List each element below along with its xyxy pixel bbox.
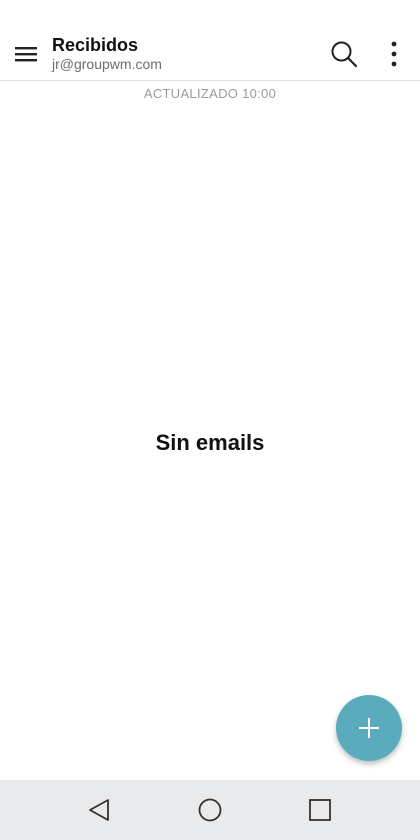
page-title: Recibidos (52, 35, 139, 55)
compose-button[interactable] (336, 695, 402, 761)
nav-back-button[interactable] (77, 790, 121, 830)
home-circle-icon (198, 798, 222, 822)
system-navigation-bar (0, 780, 420, 840)
hamburger-menu-icon (15, 47, 37, 62)
search-icon (331, 41, 358, 68)
back-triangle-icon (89, 799, 109, 821)
empty-inbox-message: Sin emails (155, 430, 265, 455)
plus-icon (359, 718, 379, 738)
nav-home-button[interactable] (188, 790, 232, 830)
last-updated-label: ACTUALIZADO 10:00 (143, 86, 277, 101)
overflow-menu-button[interactable] (374, 34, 414, 74)
recent-apps-square-icon (309, 799, 331, 821)
title-block: Recibidos jr@groupwm.com (52, 34, 162, 72)
search-button[interactable] (324, 34, 364, 74)
menu-button[interactable] (6, 34, 46, 74)
nav-recent-apps-button[interactable] (298, 790, 342, 830)
account-email: jr@groupwm.com (52, 56, 162, 72)
inbox-screen: Recibidos jr@groupwm.com ACTUALIZADO 10:… (0, 0, 420, 840)
app-bar: Recibidos jr@groupwm.com (0, 0, 420, 81)
more-vertical-icon (391, 41, 397, 67)
